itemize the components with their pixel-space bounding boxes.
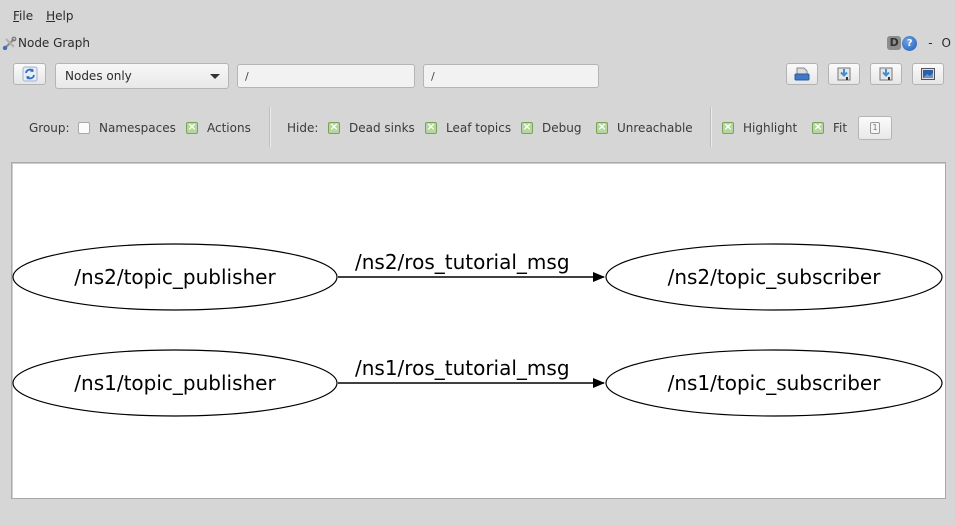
debug-label: Debug [542,121,582,135]
checkbox-checked-icon [521,120,533,134]
graph-node[interactable]: /ns1/topic_publisher [12,349,338,417]
fit-label: Fit [833,121,848,135]
checkbox-checked-icon [425,120,437,134]
separator [710,107,712,147]
chevron-down-icon [210,74,220,79]
graph-svg: /ns2/ros_tutorial_msg /ns1/ros_tutorial_… [12,243,943,417]
namespaces-checkbox[interactable]: Namespaces [78,113,176,143]
toolbar: Nodes only [0,62,955,90]
fit-in-view-button[interactable]: 1 [858,116,892,140]
dead-sinks-checkbox[interactable]: Dead sinks [328,113,415,143]
hide-label: Hide: [287,113,318,143]
graph-canvas[interactable]: /ns2/ros_tutorial_msg /ns1/ros_tutorial_… [11,162,946,499]
graph-edge[interactable]: /ns1/ros_tutorial_msg [338,356,605,388]
checkbox-unchecked-icon [78,122,90,134]
menu-help-mnemonic: H [46,9,56,23]
edge-label: /ns2/ros_tutorial_msg [355,250,570,274]
tools-icon [2,36,17,50]
graph-node[interactable]: /ns1/topic_subscriber [605,349,943,417]
node-label: /ns2/topic_publisher [74,265,276,289]
debug-checkbox[interactable]: Debug [521,113,581,143]
save-svg-button[interactable] [870,63,902,85]
group-label: Group: [29,113,70,143]
plugin-title-bar: Node Graph D ? - O [0,33,955,53]
namespaces-label: Namespaces [99,121,176,135]
checkbox-checked-icon [186,120,198,134]
node-label: /ns1/topic_subscriber [668,371,882,395]
hide-label-text: Hide: [287,121,319,135]
title-controls: D ? - O [887,33,955,53]
graph-node[interactable]: /ns2/topic_subscriber [605,243,943,311]
open-file-icon [794,67,810,81]
menu-file-label: ile [19,9,34,23]
menu-file[interactable]: File [0,6,33,26]
fit-view-icon: 1 [870,122,880,134]
group-label-text: Group: [29,121,70,135]
menu-help-label: elp [55,9,74,23]
checkbox-checked-icon [596,120,608,134]
dock-badge-button[interactable]: D [887,36,902,50]
save-dot-button[interactable] [828,63,860,85]
highlight-checkbox[interactable]: Highlight [722,113,797,143]
plugin-title: Node Graph [18,36,90,50]
node-label: /ns1/topic_publisher [74,371,276,395]
save-dot-icon [837,67,851,81]
topic-filter-input[interactable] [423,64,599,88]
dead-sinks-label: Dead sinks [349,121,415,135]
menu-bar: File Help [0,6,73,26]
actions-label: Actions [207,121,251,135]
separator [269,107,271,147]
options-bar: Group: Namespaces Actions Hide: Dead sin… [0,107,955,147]
refresh-button[interactable] [13,63,46,85]
save-image-button[interactable] [912,63,944,85]
image-icon [921,68,935,80]
highlight-label: Highlight [743,121,798,135]
checkbox-checked-icon [812,120,824,134]
refresh-icon [22,66,37,82]
graph-type-combobox[interactable]: Nodes only [55,63,229,89]
fit-checkbox[interactable]: Fit [812,113,847,143]
menu-help[interactable]: Help [33,6,73,26]
graph-edge[interactable]: /ns2/ros_tutorial_msg [338,250,605,282]
unreachable-label: Unreachable [617,121,693,135]
minimize-button[interactable]: - [928,36,932,50]
save-svg-icon [879,67,893,81]
leaf-topics-checkbox[interactable]: Leaf topics [425,113,511,143]
checkbox-checked-icon [722,120,734,134]
restore-button[interactable]: O [942,36,951,50]
edge-label: /ns1/ros_tutorial_msg [355,356,570,380]
graph-type-value: Nodes only [65,69,132,83]
actions-checkbox[interactable]: Actions [186,113,251,143]
node-filter-input[interactable] [237,64,415,88]
unreachable-checkbox[interactable]: Unreachable [596,113,693,143]
graph-node[interactable]: /ns2/topic_publisher [12,243,338,311]
leaf-topics-label: Leaf topics [446,121,512,135]
load-dot-button[interactable] [786,63,818,85]
node-label: /ns2/topic_subscriber [668,265,882,289]
help-icon[interactable]: ? [902,35,918,51]
checkbox-checked-icon [328,120,340,134]
